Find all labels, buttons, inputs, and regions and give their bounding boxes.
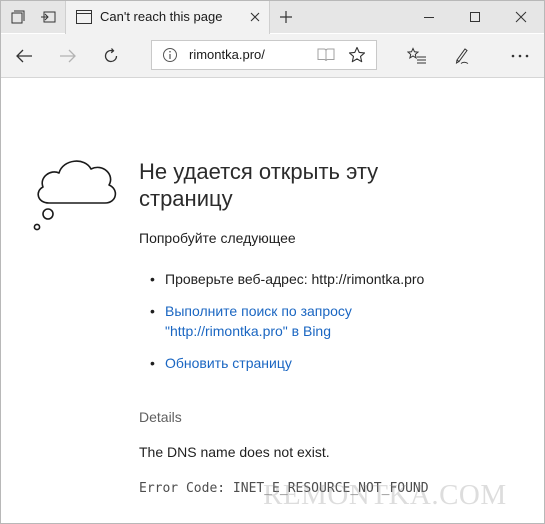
search-link-line2: "http://rimontka.pro" в Bing xyxy=(165,323,332,339)
plus-icon[interactable] xyxy=(273,5,299,29)
info-icon[interactable] xyxy=(162,47,178,68)
address-bar[interactable]: rimontka.pro/ xyxy=(151,40,377,70)
minimize-icon[interactable] xyxy=(406,1,452,33)
book-icon[interactable] xyxy=(317,47,335,68)
navigation-bar: rimontka.pro/ xyxy=(1,34,544,78)
details-label[interactable]: Details xyxy=(139,409,182,425)
tab-active[interactable]: Can't reach this page xyxy=(65,1,270,34)
tab-title: Can't reach this page xyxy=(100,9,223,24)
suggestion-list: Проверьте веб-адрес: http://rimontka.pro… xyxy=(150,269,424,385)
refresh-icon[interactable] xyxy=(95,40,127,72)
error-subtitle: Попробуйте следующее xyxy=(139,230,296,246)
details-text: The DNS name does not exist. xyxy=(139,444,330,460)
check-address-text: Проверьте веб-адрес: http://rimontka.pro xyxy=(165,271,425,287)
page-icon xyxy=(76,10,92,29)
favorites-list-icon[interactable] xyxy=(401,40,433,72)
list-item: Проверьте веб-адрес: http://rimontka.pro xyxy=(150,269,424,289)
search-link-line1: Выполните поиск по запросу xyxy=(165,303,352,319)
search-bing-link[interactable]: Выполните поиск по запросу "http://rimont… xyxy=(165,303,352,339)
close-window-icon[interactable] xyxy=(498,1,544,33)
browser-window: Can't reach this page rimontka.pro/ Не у… xyxy=(0,0,545,524)
arrow-right-icon[interactable] xyxy=(52,40,84,72)
url-text[interactable]: rimontka.pro/ xyxy=(189,47,265,62)
pen-icon[interactable] xyxy=(445,40,477,72)
maximize-icon[interactable] xyxy=(452,1,498,33)
title-bar: Can't reach this page xyxy=(1,1,544,34)
close-icon[interactable] xyxy=(247,9,263,25)
tabs-icon[interactable] xyxy=(3,1,33,33)
list-item: Выполните поиск по запросу "http://rimont… xyxy=(150,301,424,341)
refresh-page-link[interactable]: Обновить страницу xyxy=(165,355,292,371)
more-icon[interactable] xyxy=(504,40,536,72)
list-item: Обновить страницу xyxy=(150,353,424,373)
star-icon[interactable] xyxy=(348,46,366,69)
error-title: Не удается открыть эту страницу xyxy=(139,159,379,211)
watermark: REMONTKA.COM xyxy=(263,479,507,511)
set-aside-icon[interactable] xyxy=(33,1,63,33)
thought-cloud-icon xyxy=(29,151,129,240)
arrow-left-icon[interactable] xyxy=(8,40,40,72)
